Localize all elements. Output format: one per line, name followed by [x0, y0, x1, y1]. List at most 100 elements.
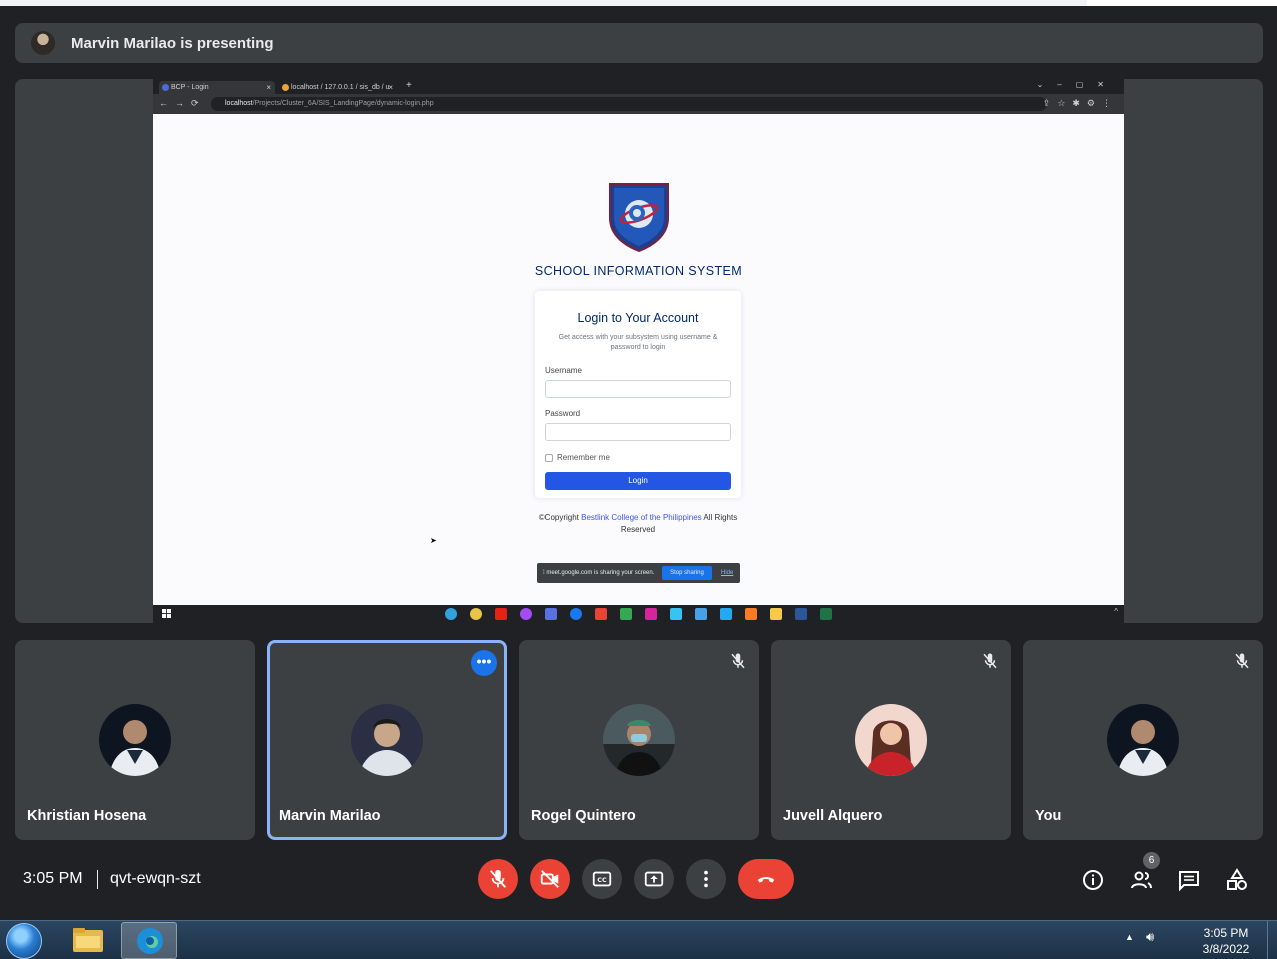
edge-icon — [137, 928, 163, 954]
leave-call-button[interactable] — [738, 859, 794, 899]
people-icon — [1131, 871, 1152, 889]
browser-tab-login[interactable]: BCP - Login × — [159, 81, 275, 94]
browser-tab-phpmyadmin[interactable]: localhost / 127.0.0.1 / sis_db / u × — [279, 81, 397, 94]
participant-tile-self[interactable]: You — [1023, 640, 1263, 840]
system-date: 3/8/2022 — [1202, 942, 1250, 956]
excel-icon[interactable] — [820, 608, 832, 620]
file-explorer-button[interactable] — [60, 922, 116, 959]
show-desktop-button[interactable] — [1267, 921, 1277, 959]
remember-checkbox[interactable] — [545, 454, 553, 462]
windows-start-icon[interactable] — [162, 609, 171, 618]
chrome-icon[interactable] — [470, 608, 482, 620]
mic-off-icon — [983, 653, 997, 669]
login-button[interactable]: Login — [545, 472, 731, 490]
username-field[interactable] — [545, 380, 731, 398]
gmail-icon[interactable] — [595, 608, 607, 620]
mic-off-icon — [731, 653, 745, 669]
volume-icon[interactable]: 🔊︎ — [1146, 929, 1154, 945]
activities-button[interactable] — [1224, 867, 1250, 893]
remote-taskbar-apps — [445, 608, 832, 620]
participant-tile[interactable]: Rogel Quintero — [519, 640, 759, 840]
url-host: localhost — [225, 100, 253, 107]
participant-name: Khristian Hosena — [27, 808, 147, 824]
show-hidden-icons[interactable]: ▲ — [1125, 932, 1134, 942]
system-clock[interactable]: 3:05 PM 3/8/2022 — [1196, 925, 1256, 957]
presenter-avatar — [31, 31, 55, 55]
vscode-icon[interactable] — [720, 608, 732, 620]
mic-off-icon — [489, 869, 507, 888]
tray-expand-icon[interactable]: ^ — [1114, 607, 1118, 616]
messenger-icon[interactable] — [520, 608, 532, 620]
presentation-stage: BCP - Login × localhost / 127.0.0.1 / si… — [15, 79, 1263, 623]
browser-toolbar-icons[interactable]: ⇪☆✱⚙⋮ — [1043, 98, 1118, 109]
windows-taskbar — [0, 920, 1277, 959]
shield-icon[interactable] — [545, 608, 557, 620]
hide-button[interactable]: Hide — [721, 563, 733, 583]
favicon-icon — [162, 84, 169, 91]
meeting-details-button[interactable] — [1080, 867, 1106, 893]
system-title: SCHOOL INFORMATION SYSTEM — [534, 264, 743, 278]
camera-off-icon — [540, 870, 559, 888]
instagram-icon[interactable] — [645, 608, 657, 620]
mic-toggle-button[interactable] — [478, 859, 518, 899]
photos-icon[interactable] — [695, 608, 707, 620]
edge-browser-button[interactable] — [121, 922, 177, 959]
avatar — [603, 704, 675, 776]
chat-icon — [1179, 871, 1199, 892]
close-tab-icon[interactable]: × — [388, 81, 393, 94]
copyright-link[interactable]: Bestlink College of the Philippines — [581, 513, 702, 522]
folder-icon[interactable] — [770, 608, 782, 620]
more-options-icon[interactable]: ••• — [471, 650, 497, 676]
copyright-prefix: ©Copyright — [538, 513, 582, 522]
avatar — [1107, 704, 1179, 776]
remote-taskbar: ^ — [153, 605, 1124, 623]
xampp-icon[interactable] — [745, 608, 757, 620]
chat-button[interactable] — [1176, 867, 1202, 893]
participant-name: Juvell Alquero — [783, 808, 883, 824]
avatar — [99, 704, 171, 776]
nav-buttons[interactable]: ←→⟳ — [159, 98, 206, 109]
participant-count-badge: 6 — [1143, 852, 1160, 869]
participants-button[interactable] — [1128, 867, 1154, 893]
participant-tile[interactable]: Juvell Alquero — [771, 640, 1011, 840]
browser-address-bar: ←→⟳ localhost/Projects/Cluster_6A/SIS_La… — [153, 94, 1124, 114]
close-tab-icon[interactable]: × — [266, 81, 271, 94]
youtube-icon[interactable] — [495, 608, 507, 620]
captions-button[interactable]: CC — [582, 859, 622, 899]
url-field[interactable]: localhost/Projects/Cluster_6A/SIS_Landin… — [211, 97, 1047, 111]
present-now-button[interactable] — [634, 859, 674, 899]
facebook-icon[interactable] — [570, 608, 582, 620]
presenter-banner: Marvin Marilao is presenting — [15, 23, 1263, 63]
word-icon[interactable] — [795, 608, 807, 620]
password-field[interactable] — [545, 423, 731, 441]
participant-name: You — [1035, 808, 1062, 824]
edge-icon[interactable] — [445, 608, 457, 620]
top-strip-bar — [0, 0, 1087, 6]
camera-toggle-button[interactable] — [530, 859, 570, 899]
browser-top-strip — [0, 0, 1277, 6]
slack-icon[interactable] — [670, 608, 682, 620]
username-label: Username — [545, 366, 582, 375]
svg-text:CC: CC — [597, 876, 607, 884]
mouse-cursor-icon: ➤ — [430, 536, 437, 545]
drive-icon[interactable] — [620, 608, 632, 620]
login-card-subtitle: Get access with your subsystem using use… — [558, 334, 718, 351]
meeting-clock: 3:05 PM — [23, 870, 83, 887]
school-logo-icon — [609, 183, 669, 252]
more-options-button[interactable] — [686, 859, 726, 899]
participant-tile-presenting[interactable]: ••• Marvin Marilao — [267, 640, 507, 840]
window-controls[interactable]: ⌄–▢✕ — [1037, 80, 1118, 89]
activities-icon — [1227, 868, 1247, 890]
participant-tile[interactable]: Khristian Hosena — [15, 640, 255, 840]
present-screen-icon — [644, 871, 664, 887]
stop-sharing-button[interactable]: Stop sharing — [662, 566, 712, 580]
password-label: Password — [545, 409, 581, 418]
avatar — [351, 704, 423, 776]
login-page: SCHOOL INFORMATION SYSTEM Login to Your … — [153, 114, 1124, 605]
favicon-icon — [282, 84, 289, 91]
avatar — [855, 704, 927, 776]
more-vert-icon — [704, 870, 708, 888]
new-tab-button[interactable]: + — [406, 80, 412, 91]
url-path: /Projects/Cluster_6A/SIS_LandingPage/dyn… — [252, 100, 434, 107]
start-button[interactable] — [6, 923, 42, 959]
